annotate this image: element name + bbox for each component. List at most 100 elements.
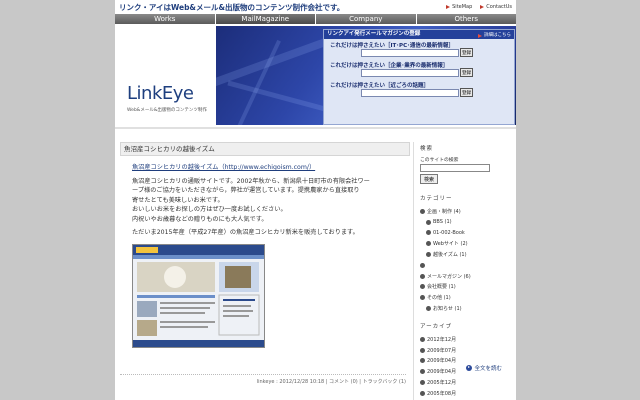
category-item[interactable]: 企画・制作 (4) (420, 206, 512, 217)
company-tagline: リンク・アイはWeb&メール&出版物のコンテンツ制作会社です。 (119, 2, 345, 12)
mailmag-label: これだけは押さえたい［近ごろの話題］ (330, 83, 430, 89)
bullet-icon (420, 262, 425, 268)
mailmag-detail-label: 詳細はこちら (484, 33, 511, 38)
category-label: 会社概要 (1) (427, 284, 456, 291)
entry-line: 内祝いやお歳暮などの贈りものにも大人気です。 (132, 215, 268, 223)
sidebar: 検索 このサイトの検索 検索 カテゴリー 企画・制作 (4) BBS (1) 0… (420, 140, 512, 399)
bullet-icon (420, 390, 425, 396)
category-label: お知らせ (1) (433, 306, 462, 313)
header-divider (115, 127, 516, 129)
column-divider (413, 142, 414, 400)
bullet-icon (426, 219, 431, 225)
bullet-icon (420, 347, 425, 353)
site-screenshot-image[interactable] (132, 243, 265, 348)
category-label: メールマガジン (6) (427, 273, 471, 280)
mailmag-register-button[interactable]: 登録 (460, 48, 473, 57)
entry-line: おいしいお米をお探しの方はぜひ一度お試しください。 (132, 206, 287, 213)
category-item[interactable]: BBS (1) (420, 217, 512, 228)
category-item[interactable]: メールマガジン (6) (420, 271, 512, 282)
category-item[interactable]: 会社概要 (1) (420, 282, 512, 293)
mailmag-email-input[interactable] (361, 69, 459, 77)
nav-company[interactable]: Company (316, 14, 417, 24)
sitemap-label: SiteMap (452, 4, 473, 10)
contact-link[interactable]: ContactUs (480, 4, 512, 10)
category-item[interactable]: Webサイト (2) (420, 238, 512, 249)
category-heading: カテゴリー (420, 196, 453, 202)
entry-paragraph-2: ただいま2015年産（平成27年産）の魚沼産コシヒカリ新米を販売しております。 (132, 229, 359, 236)
archive-item[interactable]: 2009年04月 (420, 356, 512, 367)
archive-item[interactable]: 2009年04月 (420, 366, 512, 377)
main-content: 魚沼産コシヒカリの越後イズム 魚沼産コシヒカリの越後イズム（http://www… (120, 142, 410, 348)
bullet-icon (426, 241, 431, 247)
search-input[interactable] (420, 164, 490, 172)
category-item[interactable]: お知らせ (1) (420, 303, 512, 314)
header-banner: リンクアイ発行メールマガジンの登録 詳細はこちら これだけは押さえたい［IT･P… (216, 26, 516, 125)
archive-item[interactable]: 2005年08月 (420, 388, 512, 399)
banner-ray (235, 39, 281, 125)
entry-paragraph: 魚沼産コシヒカリの通販サイトです。2002年秋から、新潟県十日町市の有限会社ワー… (132, 177, 402, 225)
contact-label: ContactUs (486, 4, 512, 10)
entry-line: 魚沼産コシヒカリの通販サイトです。2002年秋から、新潟県十日町市の有限会社ワー (132, 177, 370, 185)
mailmag-register-button[interactable]: 登録 (460, 68, 473, 77)
entry-site-link[interactable]: 魚沼産コシヒカリの越後イズム（http://www.echigoism.com/… (132, 164, 315, 171)
category-item[interactable]: 越後イズム (1) (420, 249, 512, 260)
mailmag-detail-link[interactable]: 詳細はこちら (478, 31, 511, 40)
nav-works[interactable]: Works (115, 14, 216, 24)
category-label: その他 (1) (427, 295, 451, 302)
archive-list: 2012年12月 2009年07月 2009年04月 2009年04月 2005… (420, 334, 512, 399)
logo-area: LinkEye Web&メール&出版物のコンテンツ制作 (115, 26, 216, 125)
category-item[interactable]: その他 (1) (420, 292, 512, 303)
category-label: 01-002-Book (433, 229, 465, 236)
mailmag-signup-box: リンクアイ発行メールマガジンの登録 詳細はこちら これだけは押さえたい［IT･P… (323, 29, 515, 125)
utility-links: SiteMap ContactUs (446, 4, 512, 10)
bullet-icon (420, 295, 425, 301)
entry-title[interactable]: 魚沼産コシヒカリの越後イズム (120, 142, 410, 156)
archive-item[interactable]: 2005年12月 (420, 377, 512, 388)
bullet-icon (420, 208, 425, 214)
search-heading: 検索 (420, 146, 434, 152)
category-label: Webサイト (2) (433, 241, 468, 248)
nav-mailmagazine[interactable]: MailMagazine (215, 14, 316, 24)
logo-subtitle: Web&メール&出版物のコンテンツ制作 (127, 108, 207, 113)
mailmag-email-input[interactable] (361, 89, 459, 97)
category-spacer (420, 260, 512, 271)
bullet-icon (420, 358, 425, 364)
search-label: このサイトの検索 (420, 158, 459, 163)
bullet-icon (420, 273, 425, 279)
nav-others[interactable]: Others (416, 14, 516, 24)
mailmag-row-topics: これだけは押さえたい［近ごろの話題］ 登録 (324, 79, 514, 99)
category-label: 越後イズム (1) (433, 252, 467, 259)
logo[interactable]: LinkEye (127, 83, 194, 104)
archive-item[interactable]: 2009年07月 (420, 345, 512, 356)
archive-label: 2009年04月 (427, 369, 457, 376)
mailmag-row-it: これだけは押さえたい［IT･PC･通信の最新情報］ 登録 (324, 39, 514, 59)
archive-label: 2009年04月 (427, 358, 457, 365)
header: LinkEye Web&メール&出版物のコンテンツ制作 リンクアイ発行メールマガ… (115, 26, 516, 125)
mailmag-register-button[interactable]: 登録 (460, 88, 473, 97)
archive-label: 2005年08月 (427, 390, 457, 397)
bullet-icon (420, 369, 425, 375)
bullet-icon (420, 284, 425, 290)
bullet-icon (426, 252, 431, 258)
mailmag-label: これだけは押さえたい［IT･PC･通信の最新情報］ (330, 43, 454, 49)
archive-item[interactable]: 2012年12月 (420, 334, 512, 345)
mailmag-title-text: リンクアイ発行メールマガジンの登録 (327, 31, 421, 37)
category-item[interactable]: 01-002-Book (420, 228, 512, 239)
archive-label: 2005年12月 (427, 380, 457, 387)
mailmag-title: リンクアイ発行メールマガジンの登録 詳細はこちら (324, 30, 514, 39)
entry-line: 寄せたとても美味しいお米です。 (132, 196, 224, 204)
category-label: BBS (1) (433, 219, 452, 226)
sitemap-link[interactable]: SiteMap (446, 4, 472, 10)
page: リンク・アイはWeb&メール&出版物のコンテンツ制作会社です。 SiteMap … (115, 0, 516, 400)
mailmag-row-business: これだけは押さえたい［企業･業界の最新情報］ 登録 (324, 59, 514, 79)
arrow-icon (446, 5, 451, 9)
bullet-icon (420, 380, 425, 386)
entry-body: 魚沼産コシヒカリの越後イズム（http://www.echigoism.com/… (120, 156, 410, 348)
site-screenshot-graphic (133, 244, 264, 347)
bullet-icon (426, 230, 431, 236)
top-bar: リンク・アイはWeb&メール&出版物のコンテンツ制作会社です。 SiteMap … (115, 0, 516, 14)
mailmag-email-input[interactable] (361, 49, 459, 57)
search-button[interactable]: 検索 (420, 174, 439, 184)
bullet-icon (420, 336, 425, 342)
arrow-icon (480, 5, 485, 9)
